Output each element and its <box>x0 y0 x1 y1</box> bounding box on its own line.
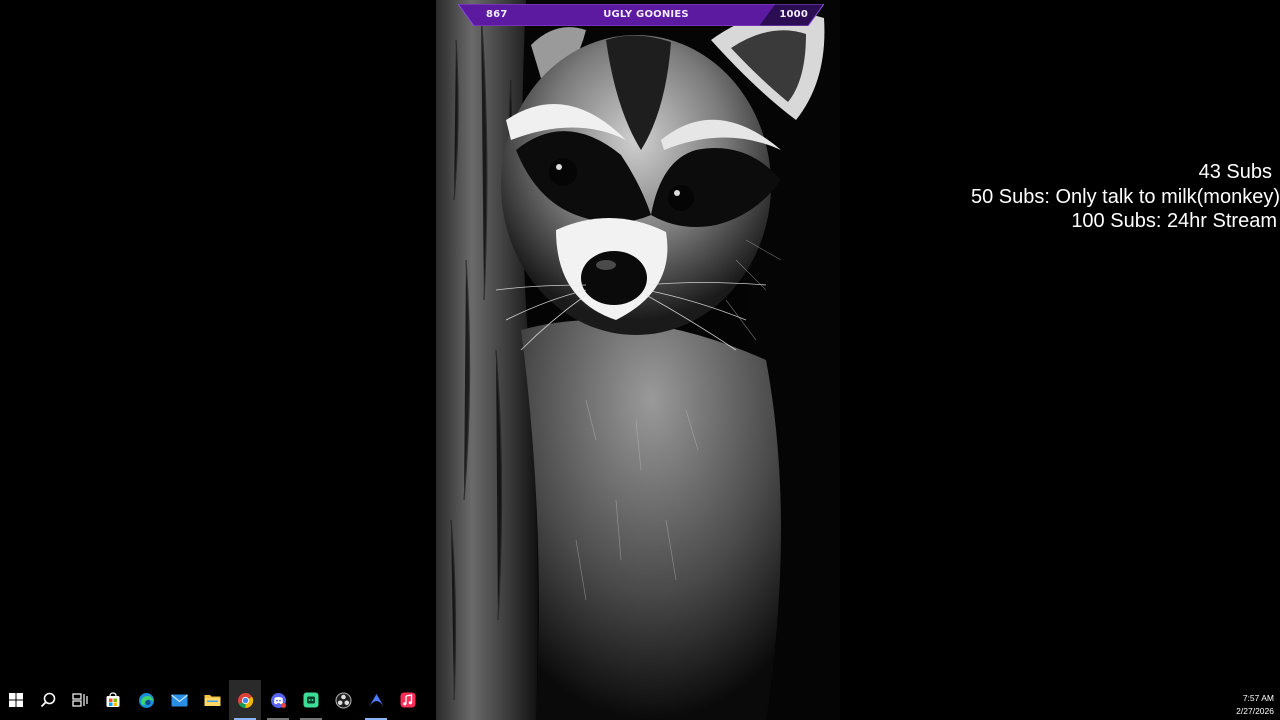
sub-goals-overlay: 43 Subs 50 Subs: Only talk to milk(monke… <box>971 160 1280 234</box>
chrome-button[interactable] <box>229 680 261 720</box>
raccoon-illustration <box>436 0 825 720</box>
sub-goal-50: 50 Subs: Only talk to milk(monkey) <box>971 185 1280 208</box>
edge-icon <box>138 692 154 708</box>
music-button[interactable] <box>392 680 424 720</box>
goal-title: UGLY GOONIES <box>603 9 689 20</box>
edge-button[interactable] <box>130 680 162 720</box>
system-clock[interactable]: 7:57 AM 2/27/2026 <box>1236 692 1274 718</box>
goal-target-count: 1000 <box>779 9 808 20</box>
app-blue-button[interactable] <box>360 680 392 720</box>
mail-icon <box>170 694 188 706</box>
taskbar: 7:57 AM 2/27/2026 <box>0 680 1280 720</box>
folder-icon <box>204 695 220 706</box>
clock-date: 2/27/2026 <box>1236 706 1274 716</box>
task-view-button[interactable] <box>64 680 96 720</box>
clock-time: 7:57 AM <box>1242 693 1274 703</box>
store-icon <box>106 692 120 707</box>
microsoft-store-button[interactable] <box>97 680 129 720</box>
music-icon <box>400 692 416 708</box>
wallpaper-raccoon <box>436 0 840 720</box>
chrome-icon <box>237 692 253 708</box>
discord-icon <box>270 692 286 708</box>
windows-logo-icon <box>9 693 23 707</box>
sub-goal-bar: 867 UGLY GOONIES 1000 <box>458 4 824 26</box>
search-icon <box>40 692 56 708</box>
task-view-icon <box>72 693 88 707</box>
app-green-button[interactable] <box>295 680 327 720</box>
sub-goal-current: 43 Subs <box>1198 161 1272 183</box>
discord-button[interactable] <box>262 680 294 720</box>
search-button[interactable] <box>32 680 64 720</box>
sub-goal-100: 100 Subs: 24hr Stream <box>1071 210 1277 232</box>
obs-icon <box>335 692 351 708</box>
start-button[interactable] <box>0 680 32 720</box>
file-explorer-button[interactable] <box>196 680 228 720</box>
blue-app-icon <box>368 693 384 707</box>
obs-button[interactable] <box>327 680 359 720</box>
mail-button[interactable] <box>163 680 195 720</box>
green-app-icon <box>303 692 319 708</box>
